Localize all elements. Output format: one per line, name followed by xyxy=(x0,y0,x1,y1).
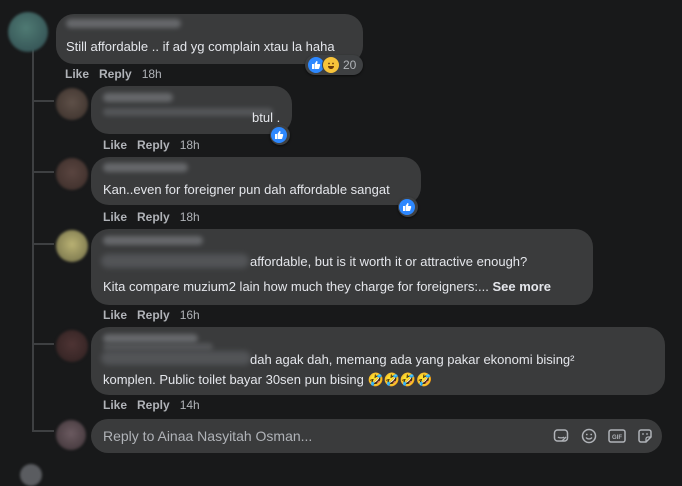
blurred-text xyxy=(101,254,249,268)
see-more-link[interactable]: See more xyxy=(492,279,551,294)
avatar[interactable] xyxy=(56,158,88,190)
emoji-icon[interactable] xyxy=(581,428,597,444)
timestamp[interactable]: 18h xyxy=(180,138,200,152)
thread-branch xyxy=(32,430,54,432)
timestamp[interactable]: 14h xyxy=(180,398,200,412)
like-icon xyxy=(270,126,288,144)
reply-button[interactable]: Reply xyxy=(137,138,170,152)
timestamp[interactable]: 16h xyxy=(180,308,200,322)
reaction-summary[interactable]: 20 xyxy=(305,55,363,75)
svg-text:GIF: GIF xyxy=(612,435,622,441)
like-button[interactable]: Like xyxy=(65,67,89,81)
avatar[interactable] xyxy=(56,230,88,262)
comment-text: Still affordable .. if ad yg complain xt… xyxy=(66,39,335,54)
thread-line xyxy=(32,48,34,430)
reply-button[interactable]: Reply xyxy=(137,308,170,322)
comment-actions: Like Reply 18h xyxy=(103,210,200,224)
current-user-avatar[interactable] xyxy=(56,420,86,450)
author-name[interactable] xyxy=(103,93,173,102)
author-subtitle xyxy=(103,343,213,351)
avatar[interactable] xyxy=(56,330,88,362)
comment-text-line2: komplen. Public toilet bayar 30sen pun b… xyxy=(103,372,433,387)
comment-text-line2: Kita compare muzium2 lain how much they … xyxy=(103,279,552,294)
reaction-count: 20 xyxy=(343,58,357,72)
like-button[interactable]: Like xyxy=(103,210,127,224)
reply-button[interactable]: Reply xyxy=(137,210,170,224)
reply-button[interactable]: Reply xyxy=(99,67,132,81)
blurred-text xyxy=(101,351,251,365)
thread-branch xyxy=(32,100,54,102)
comment-text: Kan..even for foreigner pun dah affordab… xyxy=(103,182,390,197)
comment-text: btul . xyxy=(252,110,281,125)
comment-actions: Like Reply 18h xyxy=(103,138,200,152)
timestamp[interactable]: 18h xyxy=(180,210,200,224)
sticker-icon[interactable] xyxy=(553,428,569,444)
comment-actions: Like Reply 14h xyxy=(103,398,200,412)
comment-actions: Like Reply 18h xyxy=(65,67,162,81)
thread-branch xyxy=(32,171,54,173)
like-button[interactable]: Like xyxy=(103,308,127,322)
timestamp[interactable]: 18h xyxy=(142,67,162,81)
like-button[interactable]: Like xyxy=(103,138,127,152)
avatar[interactable] xyxy=(8,12,48,52)
author-name[interactable] xyxy=(66,19,181,28)
reaction-summary[interactable] xyxy=(270,125,290,145)
sticker-face-icon[interactable] xyxy=(637,428,653,444)
like-button[interactable]: Like xyxy=(103,398,127,412)
author-name[interactable] xyxy=(103,334,198,343)
gif-icon[interactable]: GIF xyxy=(608,428,626,444)
avatar[interactable] xyxy=(56,88,88,120)
reply-button[interactable]: Reply xyxy=(137,398,170,412)
comment-text-line1: dah agak dah, memang ada yang pakar ekon… xyxy=(250,352,575,367)
comment-bubble: affordable, but is it worth it or attrac… xyxy=(91,229,593,305)
avatar[interactable] xyxy=(20,464,42,486)
thread-branch xyxy=(32,343,54,345)
comment-bubble: Kan..even for foreigner pun dah affordab… xyxy=(91,157,421,205)
reaction-summary[interactable] xyxy=(398,197,418,217)
author-name[interactable] xyxy=(103,163,188,172)
haha-icon xyxy=(322,56,340,74)
author-subtitle xyxy=(103,108,273,116)
thread-branch xyxy=(32,243,54,245)
comment-bubble: dah agak dah, memang ada yang pakar ekon… xyxy=(91,327,665,395)
comment-actions: Like Reply 16h xyxy=(103,308,200,322)
author-name[interactable] xyxy=(103,236,203,245)
like-icon xyxy=(398,198,416,216)
comment-bubble: btul . xyxy=(91,86,292,134)
reply-placeholder: Reply to Ainaa Nasyitah Osman... xyxy=(103,428,313,444)
comment-text-line1: affordable, but is it worth it or attrac… xyxy=(250,254,528,269)
reply-input[interactable]: Reply to Ainaa Nasyitah Osman... GIF xyxy=(91,419,662,453)
